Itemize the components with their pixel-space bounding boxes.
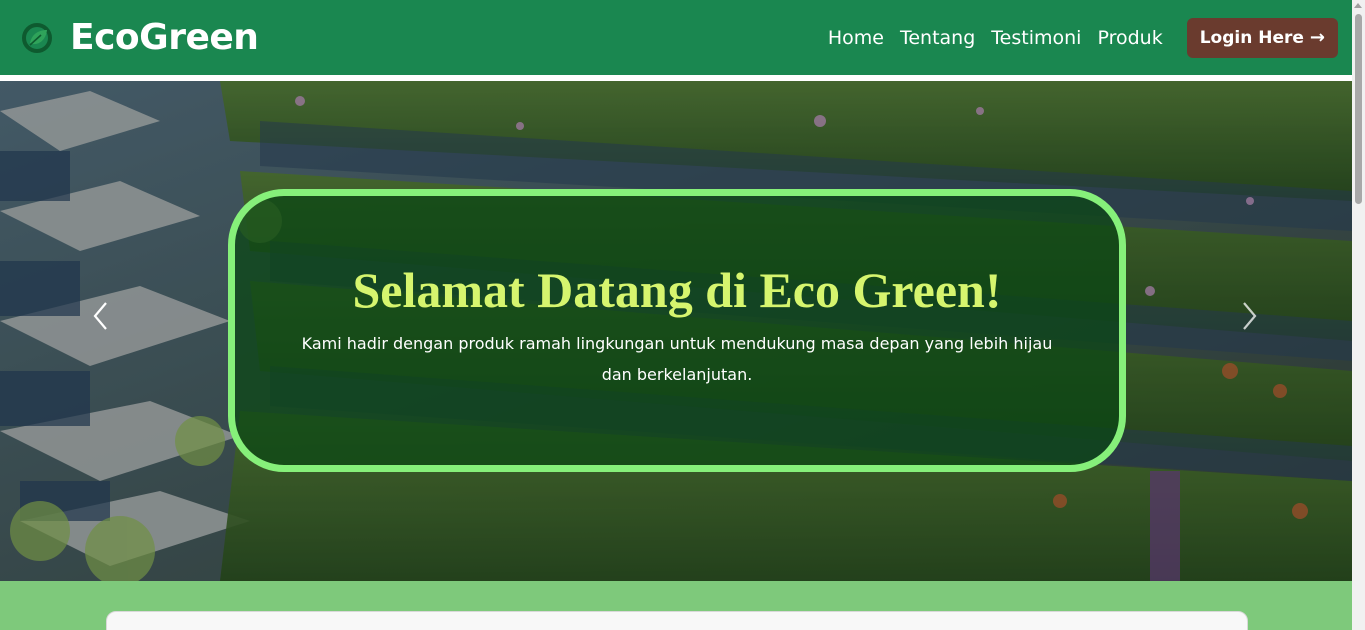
hero-title: Selamat Datang di Eco Green!: [352, 262, 1002, 318]
scrollbar-thumb[interactable]: [1355, 14, 1362, 204]
leaf-logo-icon: [20, 21, 54, 55]
page: EcoGreen Home Tentang Testimoni Produk L…: [0, 0, 1365, 630]
arrow-right-icon: →: [1309, 27, 1325, 48]
carousel-next-button[interactable]: [1234, 301, 1264, 331]
chevron-right-icon: [1243, 302, 1257, 330]
scroll-up-arrow-icon[interactable]: [1354, 3, 1362, 8]
brand-link[interactable]: EcoGreen: [20, 17, 259, 58]
brand-name: EcoGreen: [70, 17, 259, 58]
hero-description: Kami hadir dengan produk ramah lingkunga…: [301, 334, 1053, 384]
nav-link-testimoni[interactable]: Testimoni: [991, 27, 1081, 49]
nav-link-produk[interactable]: Produk: [1097, 27, 1162, 49]
nav-link-home[interactable]: Home: [828, 27, 884, 49]
next-section: [0, 581, 1352, 630]
section-card: [106, 611, 1248, 630]
vertical-scrollbar[interactable]: [1352, 0, 1365, 630]
login-button[interactable]: Login Here →: [1186, 17, 1338, 58]
carousel-prev-button[interactable]: [86, 301, 116, 331]
chevron-left-icon: [93, 302, 107, 330]
nav-links: Home Tentang Testimoni Produk Login Here…: [812, 17, 1338, 58]
hero-carousel: Selamat Datang di Eco Green! Kami hadir …: [0, 81, 1352, 581]
hero-caption: Selamat Datang di Eco Green! Kami hadir …: [228, 189, 1126, 472]
login-button-label: Login Here: [1199, 27, 1304, 48]
nav-link-tentang[interactable]: Tentang: [900, 27, 975, 49]
navbar: EcoGreen Home Tentang Testimoni Produk L…: [0, 0, 1352, 75]
